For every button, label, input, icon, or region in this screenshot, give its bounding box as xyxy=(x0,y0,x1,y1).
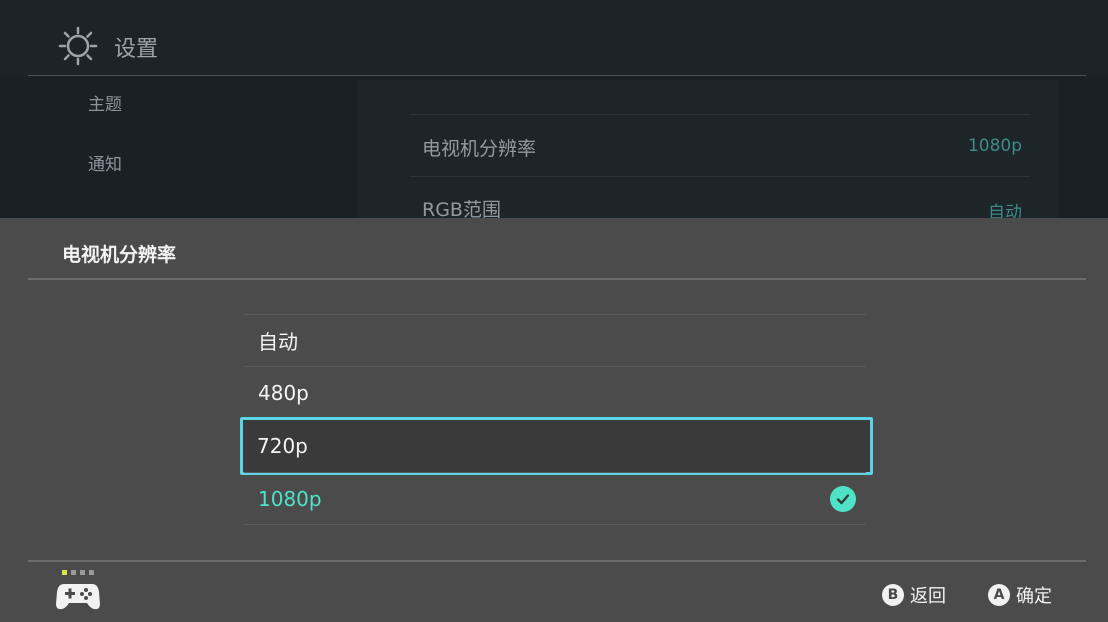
sidebar-item-theme[interactable]: 主题 xyxy=(88,90,122,115)
checkmark-icon xyxy=(830,486,856,512)
settings-header xyxy=(0,0,1108,76)
confirm-label: 确定 xyxy=(1016,586,1052,607)
a-button-icon: A xyxy=(988,584,1010,606)
controller-icon xyxy=(56,584,100,610)
page-title: 设置 xyxy=(114,37,159,62)
dialog-top-divider xyxy=(28,278,1086,280)
option-1080p[interactable]: 1080p xyxy=(244,472,866,524)
option-label: 480p xyxy=(258,380,309,405)
header-divider xyxy=(28,75,1086,76)
footer-divider xyxy=(28,560,1086,562)
back-hint[interactable]: B 返回 xyxy=(882,582,946,608)
option-auto[interactable]: 自动 xyxy=(244,314,866,366)
row-divider xyxy=(410,176,1030,177)
option-720p[interactable]: 720p xyxy=(240,417,873,475)
settings-sidebar xyxy=(28,80,356,220)
gear-icon xyxy=(58,26,98,66)
options-bottom-divider xyxy=(244,524,866,525)
option-480p[interactable]: 480p xyxy=(244,366,866,418)
option-label: 720p xyxy=(257,434,308,458)
b-button-icon: B xyxy=(882,584,904,606)
controller-player-indicator xyxy=(62,570,94,575)
dialog-title: 电视机分辨率 xyxy=(62,244,177,266)
back-label: 返回 xyxy=(910,586,946,607)
tv-resolution-row-value: 1080p xyxy=(967,136,1022,156)
confirm-hint[interactable]: A 确定 xyxy=(988,582,1052,608)
tv-resolution-row-label[interactable]: 电视机分辨率 xyxy=(422,134,536,161)
sidebar-item-notifications[interactable]: 通知 xyxy=(88,150,122,175)
row-divider xyxy=(410,114,1030,115)
option-label: 自动 xyxy=(258,330,298,354)
option-label: 1080p xyxy=(258,486,322,511)
